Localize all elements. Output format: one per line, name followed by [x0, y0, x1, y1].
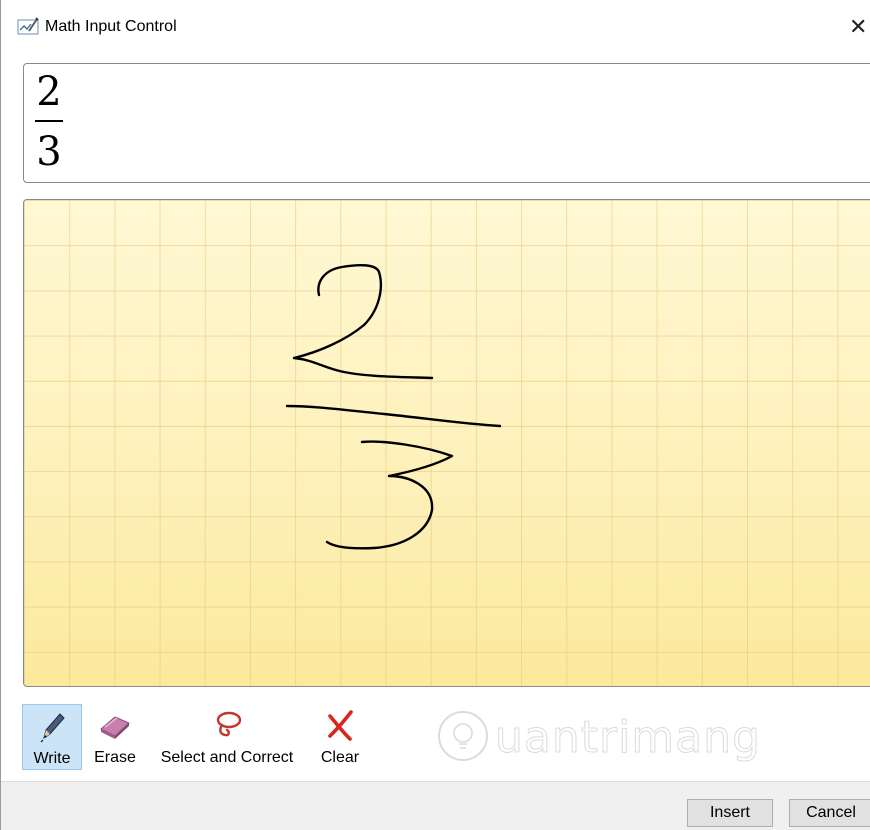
writing-canvas[interactable] [23, 199, 870, 687]
clear-tool-label: Clear [320, 749, 360, 766]
watermark-text: uantrimang [495, 712, 761, 764]
select-and-correct-tool-label: Select and Correct [160, 749, 294, 766]
ink-stroke-denominator [325, 440, 454, 550]
ink-stroke-numerator [292, 263, 434, 380]
math-input-app-icon [17, 17, 39, 35]
window-title: Math Input Control [45, 18, 177, 35]
client-area: 2 3 Write Erase Select and Correct Clear… [1, 54, 870, 781]
math-input-window: Math Input Control ✕ 2 3 Write Erase Sel… [0, 0, 870, 830]
fraction-bar [35, 120, 63, 122]
dialog-button-bar: Insert Cancel [1, 781, 870, 830]
recognized-preview[interactable]: 2 3 [23, 63, 870, 183]
erase-tool-label: Erase [94, 749, 136, 766]
erase-tool-button[interactable]: Erase [89, 704, 141, 770]
write-tool-label: Write [33, 750, 71, 767]
eraser-icon [100, 716, 130, 739]
select-and-correct-tool-button[interactable]: Select and Correct [149, 704, 305, 770]
lasso-icon [216, 711, 242, 737]
pen-icon [40, 713, 65, 743]
ink-layer [285, 263, 502, 550]
ink-stroke-fraction-bar [285, 404, 502, 428]
watermark: uantrimang [435, 700, 775, 780]
clear-tool-button[interactable]: Clear [312, 704, 368, 770]
fraction-denominator: 3 [36, 129, 62, 175]
close-button[interactable]: ✕ [849, 10, 870, 44]
red-x-icon [328, 710, 353, 741]
tool-bar: Write Erase Select and Correct Clear uan… [1, 700, 870, 780]
title-bar[interactable]: Math Input Control ✕ [1, 0, 870, 54]
cancel-button[interactable]: Cancel [789, 799, 870, 827]
preview-fraction: 2 3 [35, 70, 63, 174]
close-icon: ✕ [849, 14, 868, 39]
watermark-logo-icon [438, 711, 488, 761]
fraction-numerator: 2 [36, 69, 62, 115]
insert-button[interactable]: Insert [687, 799, 773, 827]
write-tool-button[interactable]: Write [22, 704, 82, 770]
